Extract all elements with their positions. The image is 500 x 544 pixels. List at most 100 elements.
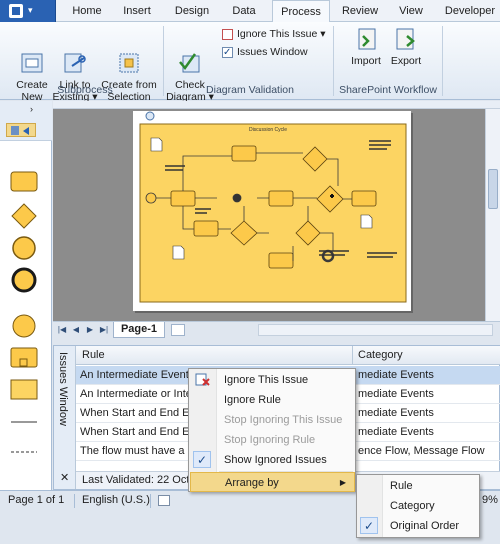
bpmn-diagram: Discussion Cycle [139, 111, 407, 303]
stop-ignoring-rule-menu-item: Stop Ignoring Rule [224, 434, 316, 446]
tab-developer[interactable]: Developer [440, 0, 500, 22]
export-button[interactable]: Export [386, 26, 426, 67]
arrange-by-category-menu-item[interactable]: Category [358, 496, 479, 516]
ribbon-group-divider [163, 26, 164, 96]
import-label: Import [351, 55, 381, 67]
ribbon: Create New Link to Existing ▾ Create fro… [0, 22, 500, 103]
status-divider [74, 494, 75, 508]
last-page-icon[interactable]: ▶| [99, 324, 109, 336]
stencil-icon[interactable] [6, 123, 36, 137]
shapes-panel: › [0, 101, 52, 490]
check-diagram-icon [177, 38, 203, 73]
arrange-by-label: Arrange by [225, 477, 279, 489]
import-icon [353, 26, 379, 52]
drawing-page[interactable]: Discussion Cycle [133, 111, 411, 311]
collapsed-subprocess-shape-icon[interactable] [10, 347, 38, 369]
expand-icon[interactable]: › [30, 104, 33, 114]
page-tab-bar: |◀ ◀ ▶ ▶| Page-1 [53, 321, 500, 338]
import-button[interactable]: Import [344, 26, 388, 67]
tab-data[interactable]: Data [222, 0, 266, 22]
drawing-canvas[interactable]: Discussion Cycle [53, 101, 500, 321]
ignore-issue-icon [222, 28, 233, 40]
issue-category: mediate Events [358, 407, 434, 419]
issue-rule: When Start and End Eve [80, 407, 202, 419]
expanded-subprocess-shape-icon[interactable] [10, 379, 38, 401]
issue-rule: An Intermediate or Inte [80, 388, 192, 400]
link-icon [62, 38, 88, 73]
subprocess-new-icon [19, 38, 45, 73]
zoom-level[interactable]: 9% [482, 491, 498, 510]
arrange-by-rule-menu-item[interactable]: Rule [358, 476, 479, 496]
tab-design[interactable]: Design [164, 0, 220, 22]
next-page-icon[interactable]: ▶ [85, 324, 95, 336]
issue-category: mediate Events [358, 426, 434, 438]
selection-subprocess-icon [116, 38, 142, 73]
diagram-validation-group-label: Diagram Validation [206, 84, 294, 96]
scroll-thumb[interactable] [488, 169, 498, 209]
issues-window-titlebar: Issues Window ✕ [54, 346, 76, 489]
sharepoint-workflow-group-label: SharePoint Workflow [339, 84, 437, 96]
diagram-title: Discussion Cycle [249, 127, 287, 133]
status-divider [150, 494, 151, 508]
ignore-this-issue-button[interactable]: Ignore This Issue ▾ [222, 26, 326, 42]
tab-view[interactable]: View [390, 0, 432, 22]
first-page-icon[interactable]: |◀ [57, 324, 67, 336]
issue-rule: The flow must have a s [80, 445, 194, 457]
arrange-by-submenu: Rule Category ✓ Original Order [356, 474, 480, 538]
rule-column-header[interactable]: Rule [82, 349, 105, 361]
stop-ignoring-issue-menu-item: Stop Ignoring This Issue [224, 414, 343, 426]
tab-process[interactable]: Process [272, 0, 330, 23]
issue-category: ence Flow, Message Flow [358, 445, 485, 457]
page-tab[interactable]: Page-1 [113, 322, 165, 338]
issues-window-title: Issues Window [57, 352, 69, 426]
issue-rule: An Intermediate Event [80, 369, 189, 381]
previous-page-icon[interactable]: ◀ [71, 324, 81, 336]
tab-home[interactable]: Home [62, 0, 112, 22]
end-event-shape-icon[interactable] [11, 267, 37, 293]
language-indicator[interactable]: English (U.S.) [82, 491, 150, 510]
horizontal-ruler [53, 101, 500, 109]
insert-page-icon[interactable] [171, 324, 185, 336]
tab-insert[interactable]: Insert [114, 0, 160, 22]
chevron-down-icon: ▾ [28, 5, 33, 15]
submenu-arrow-icon: ▶ [339, 478, 346, 487]
macro-record-icon[interactable] [158, 495, 170, 506]
ribbon-group-divider [333, 26, 334, 96]
ignore-this-issue-label: Ignore This Issue ▾ [237, 28, 326, 40]
start-event-shape-icon[interactable] [11, 313, 37, 339]
checkbox-icon [222, 45, 233, 61]
arrange-by-original-order-menu-item[interactable]: Original Order [358, 516, 479, 536]
issues-window-checkbox[interactable]: Issues Window [222, 44, 308, 61]
gateway-shape-icon[interactable] [11, 203, 37, 229]
issue-rule: When Start and End Eve [80, 426, 202, 438]
export-label: Export [390, 55, 422, 67]
column-divider[interactable] [352, 346, 353, 365]
message-flow-shape-icon[interactable] [10, 449, 38, 455]
issue-category: mediate Events [358, 369, 434, 381]
issues-grid-header: Rule Category [76, 346, 500, 365]
issue-category: mediate Events [358, 388, 434, 400]
category-column-header[interactable]: Category [358, 349, 403, 361]
issue-context-menu: Ignore This Issue Ignore Rule Stop Ignor… [188, 368, 356, 492]
ribbon-group-divider [442, 26, 443, 96]
ignore-this-issue-menu-item[interactable]: Ignore This Issue [190, 370, 355, 390]
arrange-by-menu-item[interactable]: Arrange by ▶ [190, 472, 355, 492]
export-icon [393, 26, 419, 52]
task-shape-icon[interactable] [10, 171, 38, 193]
close-icon[interactable]: ✕ [60, 471, 69, 484]
expanded-subprocess [139, 123, 407, 303]
subprocess-group-label: Subprocess [57, 84, 113, 96]
vertical-scrollbar[interactable] [485, 109, 500, 321]
file-menu-button[interactable]: ▾ [0, 0, 56, 22]
visio-logo-icon [9, 4, 23, 18]
issues-window-label: Issues Window [237, 46, 308, 58]
page-indicator[interactable]: Page 1 of 1 [8, 491, 64, 510]
ignore-rule-menu-item[interactable]: Ignore Rule [190, 390, 355, 410]
tab-review[interactable]: Review [334, 0, 386, 22]
sequence-flow-shape-icon[interactable] [10, 419, 38, 425]
intermediate-event-shape-icon[interactable] [11, 235, 37, 261]
ribbon-tab-strip: ▾ Home Insert Design Data Process Review… [0, 0, 500, 23]
horizontal-scrollbar[interactable] [258, 324, 493, 336]
shapes-panel-header: › [0, 101, 52, 141]
show-ignored-issues-menu-item[interactable]: Show Ignored Issues [190, 450, 355, 470]
